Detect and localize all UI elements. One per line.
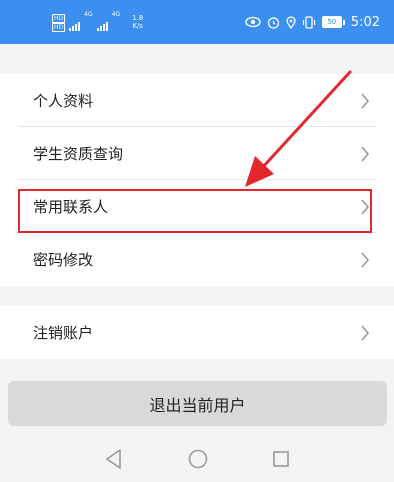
logout-button-label: 退出当前用户 [149,395,246,415]
logout-button[interactable]: 退出当前用户 [8,381,387,426]
recents-icon[interactable] [271,448,291,470]
back-icon[interactable] [104,448,124,470]
system-nav-bar [0,436,394,482]
home-icon[interactable] [187,448,209,470]
